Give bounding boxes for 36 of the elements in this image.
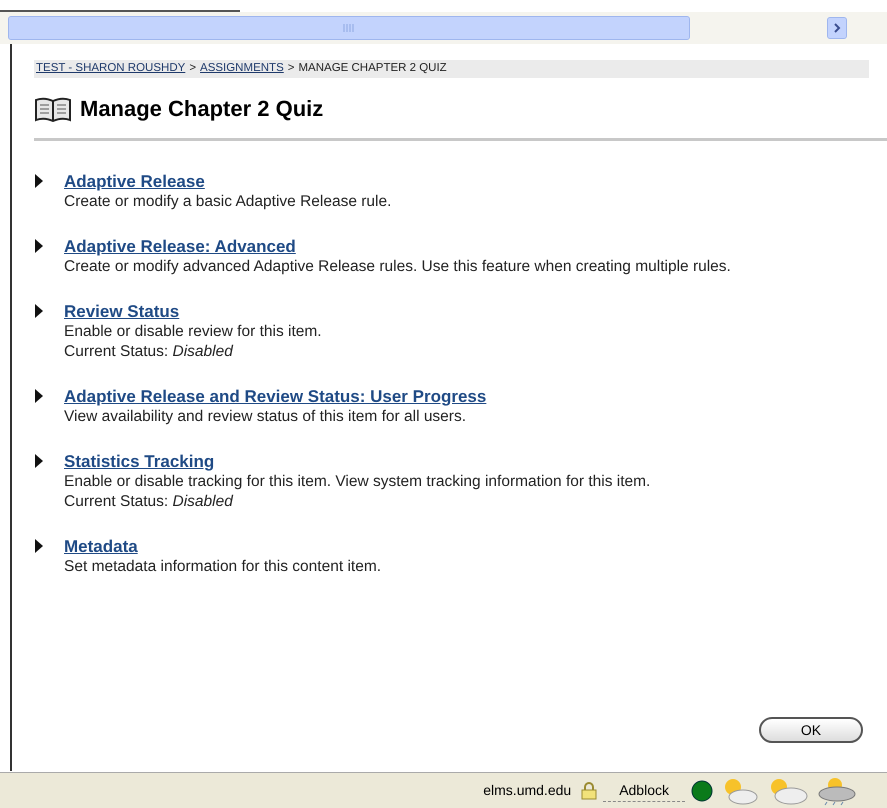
item-description: Create or modify advanced Adaptive Release rules. Use this feature when creating multiple rules. bbox=[64, 257, 731, 277]
item-link[interactable]: Review Status bbox=[64, 301, 180, 322]
triangle-icon bbox=[34, 174, 44, 188]
page-title: Manage Chapter 2 Quiz bbox=[80, 95, 324, 123]
item-link[interactable]: Metadata bbox=[64, 536, 138, 557]
item-description: Create or modify a basic Adaptive Release rule. bbox=[64, 192, 392, 212]
breadcrumb-link[interactable]: ASSIGNMENTS bbox=[200, 60, 284, 78]
grip-icon bbox=[343, 24, 355, 32]
triangle-icon bbox=[34, 239, 44, 253]
padlock-icon bbox=[581, 782, 598, 800]
item-description: Enable or disable tracking for this item. View system tracking information for this item. bbox=[64, 472, 650, 492]
horizontal-scrollbar-thumb[interactable] bbox=[8, 16, 690, 40]
chevron-right-icon bbox=[833, 23, 841, 33]
status-dot-icon[interactable] bbox=[691, 780, 713, 802]
triangle-icon bbox=[34, 389, 44, 403]
item-description: Enable or disable review for this item. bbox=[64, 322, 322, 342]
item-link[interactable]: Adaptive Release: Advanced bbox=[64, 236, 296, 257]
breadcrumb-separator: > bbox=[189, 61, 196, 76]
item-status: Current Status: Disabled bbox=[64, 342, 234, 362]
triangle-icon bbox=[34, 539, 44, 553]
breadcrumb-separator: > bbox=[288, 61, 294, 76]
adblock-label[interactable]: Adblock bbox=[603, 780, 685, 802]
domain-label: elms.umd.edu bbox=[482, 781, 572, 800]
item-status: Current Status: Disabled bbox=[64, 492, 234, 512]
breadcrumb-current: MANAGE CHAPTER 2 QUIZ bbox=[298, 61, 447, 76]
item-description: View availability and review status of this item for all users. bbox=[64, 407, 468, 427]
breadcrumb-link[interactable]: TEST - SHARON ROUSHDY bbox=[36, 60, 186, 78]
scroll-right-button[interactable] bbox=[827, 17, 847, 39]
item-description: Set metadata information for this content item. bbox=[64, 557, 382, 577]
item-link[interactable]: Statistics Tracking bbox=[64, 451, 214, 472]
triangle-icon bbox=[34, 454, 44, 468]
ok-button[interactable]: OK bbox=[759, 717, 863, 743]
book-icon bbox=[34, 96, 72, 122]
item-link[interactable]: Adaptive Release and Review Status: User Progress bbox=[64, 386, 486, 407]
triangle-icon bbox=[34, 304, 44, 318]
item-link[interactable]: Adaptive Release bbox=[64, 171, 205, 192]
